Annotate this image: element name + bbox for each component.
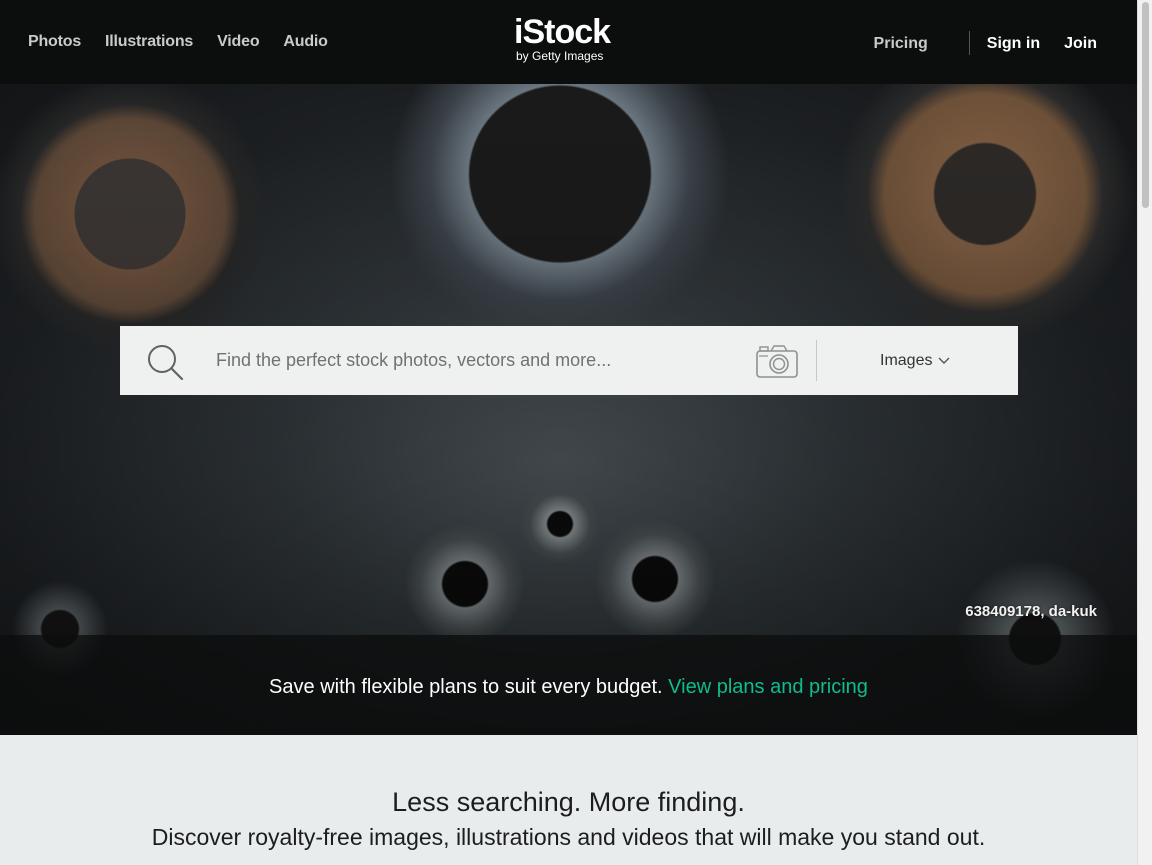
image-credit: 638409178, da-kuk bbox=[965, 603, 1097, 620]
camera-icon[interactable] bbox=[756, 344, 798, 378]
search-input[interactable] bbox=[216, 326, 746, 395]
hero-banner: Images 638409178, da-kuk Save with flexi… bbox=[0, 84, 1137, 735]
nav-photos-link[interactable]: Photos bbox=[28, 33, 81, 51]
view-plans-link[interactable]: View plans and pricing bbox=[668, 676, 868, 698]
search-divider bbox=[816, 340, 817, 381]
istock-logo[interactable]: iStock by Getty Images bbox=[514, 15, 626, 62]
search-bar: Images bbox=[120, 326, 1018, 395]
promo-message: Save with flexible plans to suit every b… bbox=[269, 676, 868, 699]
nav-audio-link[interactable]: Audio bbox=[283, 33, 328, 51]
sign-in-link[interactable]: Sign in bbox=[987, 35, 1040, 53]
media-type-selected: Images bbox=[880, 351, 933, 369]
top-nav: Photos Illustrations Video Audio iStock … bbox=[0, 0, 1137, 84]
join-link[interactable]: Join bbox=[1064, 35, 1097, 53]
nav-video-link[interactable]: Video bbox=[217, 33, 259, 51]
logo-wordmark: iStock bbox=[514, 13, 611, 51]
page-scrollbar[interactable] bbox=[1137, 0, 1152, 865]
tagline-section: Less searching. More finding. Discover r… bbox=[0, 735, 1137, 865]
promo-text: Save with flexible plans to suit every b… bbox=[269, 676, 663, 698]
media-type-dropdown[interactable]: Images bbox=[880, 326, 950, 395]
media-type-nav: Photos Illustrations Video Audio bbox=[28, 33, 328, 51]
scrollbar-thumb[interactable] bbox=[1142, 2, 1149, 208]
tagline-subtitle: Discover royalty-free images, illustrati… bbox=[151, 824, 986, 850]
account-nav: Pricing Sign in Join bbox=[874, 31, 1097, 55]
tagline-title: Less searching. More finding. bbox=[392, 787, 745, 817]
chevron-down-icon bbox=[938, 357, 950, 364]
nav-illustrations-link[interactable]: Illustrations bbox=[105, 33, 193, 51]
search-icon[interactable] bbox=[146, 343, 184, 381]
promo-banner: Save with flexible plans to suit every b… bbox=[0, 635, 1137, 735]
logo-tagline: by Getty Images bbox=[516, 49, 604, 63]
nav-divider bbox=[968, 31, 970, 55]
pricing-link[interactable]: Pricing bbox=[874, 35, 928, 53]
